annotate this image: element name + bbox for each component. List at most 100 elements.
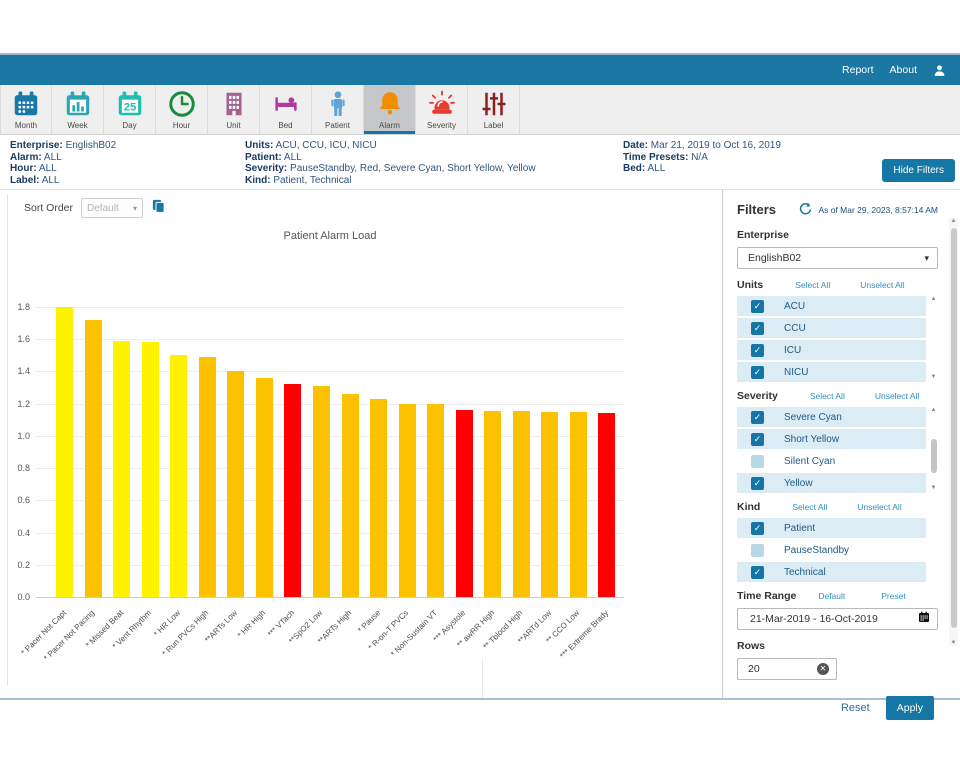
tab-severity[interactable]: Severity [416,85,468,134]
calendar-icon[interactable] [918,610,930,628]
units-scrollbar[interactable]: ▲▼ [929,296,938,380]
bar-spo2-low[interactable] [313,386,330,597]
summary-label: Kind: [245,175,271,186]
about-link[interactable]: About [890,64,917,76]
severity-select-all-link[interactable]: Select All [810,391,845,401]
bar-asystole[interactable] [456,410,473,597]
reset-link[interactable]: Reset [841,702,870,714]
filters-panel-scrollbar[interactable]: ▲ ▼ [949,218,958,646]
scroll-up-icon[interactable]: ▲ [929,296,938,302]
filter-option-row[interactable]: ✓ICU [737,340,926,360]
rows-input[interactable]: 20 ✕ [737,658,837,680]
scroll-down-icon[interactable]: ▼ [929,374,938,380]
bar-arts-low[interactable] [227,371,244,597]
filter-option-row[interactable]: ✓Patient [737,518,926,538]
summary-label: Patient: [245,152,282,163]
filter-option-row[interactable]: ✓CCU [737,318,926,338]
units-unselect-all-link[interactable]: Unselect All [860,280,904,290]
units-select-all-link[interactable]: Select All [795,280,830,290]
tab-bed[interactable]: Bed [260,85,312,134]
tab-unit[interactable]: Unit [208,85,260,134]
checkbox[interactable] [751,455,764,468]
bar-hr-low[interactable] [170,355,187,597]
sort-order-select[interactable]: Default ▾ [81,198,143,218]
filter-option-row[interactable]: ✓Short Yellow [737,429,926,449]
bar-tblood-high[interactable] [513,411,530,597]
severity-unselect-all-link[interactable]: Unselect All [875,391,919,401]
chart-region: Sort Order Default ▾ Patient Alarm Load … [0,190,722,698]
filter-option-row[interactable]: Silent Cyan [737,451,926,471]
bar-pacer-not-pacing[interactable] [85,320,102,597]
checkbox[interactable]: ✓ [751,566,764,579]
checkbox[interactable]: ✓ [751,477,764,490]
filter-option-row[interactable]: ✓Yellow [737,473,926,493]
bar-run-pvcs-high[interactable] [199,357,216,597]
checkbox[interactable]: ✓ [751,433,764,446]
clear-icon[interactable]: ✕ [817,663,829,675]
time-range-preset-link[interactable]: Preset [881,591,906,601]
bar-missed-beat[interactable] [113,341,130,597]
bar-r-on-t-pvcs[interactable] [399,404,416,597]
bar-cco-low[interactable] [570,412,587,597]
kind-unselect-all-link[interactable]: Unselect All [857,502,901,512]
tab-hour[interactable]: Hour [156,85,208,134]
bar-pause[interactable] [370,399,387,597]
tab-alarm[interactable]: Alarm [364,85,416,134]
tab-day[interactable]: 25 Day [104,85,156,134]
scroll-down-icon[interactable]: ▼ [929,485,938,491]
hour-clock-icon [167,89,197,119]
scroll-up-icon[interactable]: ▲ [949,218,958,224]
refresh-icon[interactable] [798,202,813,217]
filter-option-row[interactable]: ✓NICU [737,362,926,382]
checkbox[interactable]: ✓ [751,366,764,379]
summary-value: ALL [284,152,302,163]
bar-extreme-brady[interactable] [598,413,615,597]
scrollbar-thumb[interactable] [951,228,957,628]
bar-pacer-not-capt[interactable] [56,307,73,597]
tab-patient[interactable]: Patient [312,85,364,134]
checkbox[interactable]: ✓ [751,300,764,313]
bar-vtach[interactable] [284,384,301,597]
filter-option-row[interactable]: PauseStandby [737,540,926,560]
checkbox[interactable]: ✓ [751,344,764,357]
filter-option-row[interactable]: ✓Severe Cyan [737,407,926,427]
report-link[interactable]: Report [842,64,874,76]
bar-hr-high[interactable] [256,378,273,597]
tab-day-label: Day [122,121,136,130]
checkbox[interactable]: ✓ [751,411,764,424]
time-range-default-link[interactable]: Default [818,591,845,601]
checkbox[interactable] [751,544,764,557]
day-calendar-icon: 25 [115,89,145,119]
user-icon[interactable] [933,64,946,77]
copy-icon[interactable] [151,198,166,218]
bar-awrr-high[interactable] [484,411,501,597]
bar-arts-high[interactable] [342,394,359,597]
kind-select-all-link[interactable]: Select All [792,502,827,512]
checkbox[interactable]: ✓ [751,322,764,335]
summary-label: Time Presets: [623,152,688,163]
scroll-down-icon[interactable]: ▼ [949,640,958,646]
chart-title: Patient Alarm Load [36,230,624,242]
filter-option-row[interactable]: ✓ACU [737,296,926,316]
tab-month[interactable]: Month [0,85,52,134]
filters-title: Filters [737,202,776,217]
tab-bed-label: Bed [278,121,292,130]
enterprise-select[interactable]: EnglishB02 ▾ [737,247,938,269]
hide-filters-button[interactable]: Hide Filters [882,159,955,182]
bar-non-sustain-vt[interactable] [427,404,444,597]
scroll-up-icon[interactable]: ▲ [929,407,938,413]
apply-button[interactable]: Apply [886,696,934,720]
summary-label: Units: [245,140,273,151]
sort-order-row: Sort Order Default ▾ [24,198,166,218]
summary-label: Alarm: [10,152,42,163]
severity-scrollbar[interactable]: ▲▼ [929,407,938,491]
scrollbar-thumb[interactable] [931,439,937,473]
checkbox[interactable]: ✓ [751,522,764,535]
bar-vent-rhythm[interactable] [142,342,159,597]
bar-artd-low[interactable] [541,412,558,597]
tab-label[interactable]: Label [468,85,520,134]
tab-week[interactable]: Week [52,85,104,134]
main-area: Sort Order Default ▾ Patient Alarm Load … [0,190,960,698]
filter-option-row[interactable]: ✓Technical [737,562,926,582]
date-range-input[interactable]: 21-Mar-2019 - 16-Oct-2019 [737,608,938,630]
